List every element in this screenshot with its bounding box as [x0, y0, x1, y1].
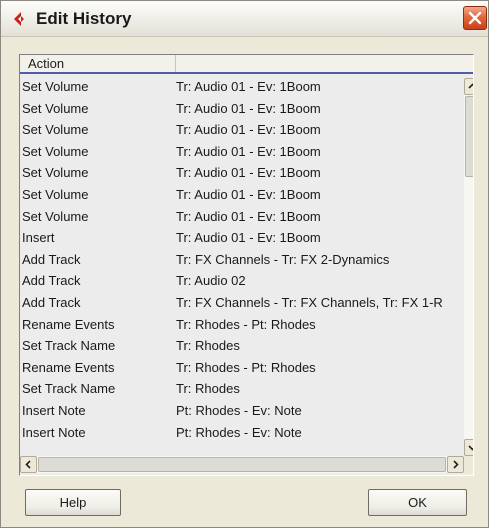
scroll-up-button[interactable] — [464, 78, 473, 95]
list-item-detail: Tr: Audio 02 — [176, 273, 246, 289]
list-item[interactable]: Rename Events Tr: Rhodes - Pt: Rhodes — [20, 314, 464, 336]
list-item-detail: Tr: Rhodes - Pt: Rhodes — [176, 316, 316, 332]
list-item-action: Set Volume — [22, 165, 89, 181]
ok-button[interactable]: OK — [368, 489, 467, 516]
list-item-detail: Tr: Audio 01 - Ev: 1Boom — [176, 208, 321, 224]
list-item-detail: Tr: FX Channels - Tr: FX Channels, Tr: F… — [176, 294, 443, 310]
vertical-scrollbar[interactable] — [464, 78, 473, 456]
list-item-detail: Tr: Rhodes — [176, 338, 240, 354]
list-item-detail: Tr: Audio 01 - Ev: 1Boom — [176, 100, 321, 116]
list-item-action: Set Volume — [22, 122, 89, 138]
vertical-scroll-thumb[interactable] — [465, 96, 473, 177]
scroll-right-arrow-icon — [453, 460, 459, 469]
list-item-detail: Tr: Rhodes - Pt: Rhodes — [176, 359, 316, 375]
list-item-action: Rename Events — [22, 316, 115, 332]
edit-history-dialog: Edit History Action Set Volume Tr: Audio … — [0, 0, 489, 528]
list-item-action: Set Volume — [22, 143, 89, 159]
list-item[interactable]: Set Volume Tr: Audio 01 - Ev: 1Boom — [20, 141, 464, 163]
list-item-action: Add Track — [22, 251, 81, 267]
list-item[interactable]: Set Volume Tr: Audio 01 - Ev: 1Boom — [20, 162, 464, 184]
column-header-action[interactable]: Action — [20, 55, 176, 72]
list-item-detail: Pt: Rhodes - Ev: Note — [176, 424, 302, 440]
list-item-detail: Tr: Rhodes — [176, 381, 240, 397]
list-item[interactable]: Insert Tr: Audio 01 - Ev: 1Boom — [20, 227, 464, 249]
scroll-down-button[interactable] — [464, 439, 473, 456]
list-item[interactable]: Insert Note Pt: Rhodes - Ev: Note — [20, 422, 464, 444]
scroll-right-button[interactable] — [447, 456, 464, 473]
list-item-detail: Pt: Rhodes - Ev: Note — [176, 402, 302, 418]
list-item-action: Add Track — [22, 294, 81, 310]
list-item-detail: Tr: Audio 01 - Ev: 1Boom — [176, 186, 321, 202]
list-item-action: Set Volume — [22, 100, 89, 116]
scrollbar-corner — [464, 456, 473, 473]
help-button[interactable]: Help — [25, 489, 121, 516]
horizontal-scroll-thumb[interactable] — [38, 457, 446, 472]
close-icon — [468, 11, 482, 25]
list-item-action: Set Volume — [22, 208, 89, 224]
list-item[interactable]: Rename Events Tr: Rhodes - Pt: Rhodes — [20, 357, 464, 379]
list-item[interactable]: Set Volume Tr: Audio 01 - Ev: 1Boom — [20, 206, 464, 228]
cubase-logo-icon — [14, 12, 24, 26]
title-bar[interactable]: Edit History — [1, 1, 488, 37]
list-item-action: Rename Events — [22, 359, 115, 375]
list-item-detail: Tr: Audio 01 - Ev: 1Boom — [176, 230, 321, 246]
list-item-detail: Tr: Audio 01 - Ev: 1Boom — [176, 165, 321, 181]
list-item-action: Set Volume — [22, 186, 89, 202]
scroll-left-button[interactable] — [20, 456, 37, 473]
list-item[interactable]: Insert Note Pt: Rhodes - Ev: Note — [20, 400, 464, 422]
list-rows: Set Volume Tr: Audio 01 - Ev: 1Boom Set Vo… — [20, 76, 464, 443]
list-item-action: Set Volume — [22, 79, 89, 94]
list-item[interactable]: Set Volume Tr: Audio 01 - Ev: 1Boom — [20, 184, 464, 206]
list-item-detail: Tr: FX Channels - Tr: FX 2-Dynamics — [176, 251, 390, 267]
horizontal-scrollbar[interactable] — [20, 456, 464, 473]
list-item[interactable]: Set Volume Tr: Audio 01 - Ev: 1Boom — [20, 76, 464, 98]
list-item-action: Insert Note — [22, 424, 86, 440]
list-item-action: Set Track Name — [22, 338, 116, 354]
history-list[interactable]: Action Set Volume Tr: Audio 01 - Ev: 1Boo… — [19, 54, 474, 476]
list-item[interactable]: Add Track Tr: Audio 02 — [20, 270, 464, 292]
list-header: Action — [20, 55, 473, 74]
list-item[interactable]: Add Track Tr: FX Channels - Tr: FX 2-Dyna… — [20, 249, 464, 271]
list-item[interactable]: Set Track Name Tr: Rhodes — [20, 378, 464, 400]
list-item[interactable]: Add Track Tr: FX Channels - Tr: FX Channe… — [20, 292, 464, 314]
list-item-detail: Tr: Audio 01 - Ev: 1Boom — [176, 143, 321, 159]
column-header-detail[interactable] — [176, 55, 473, 72]
list-item-action: Add Track — [22, 273, 81, 289]
list-item-action: Insert Note — [22, 402, 86, 418]
list-item[interactable]: Set Volume Tr: Audio 01 - Ev: 1Boom — [20, 119, 464, 141]
close-button[interactable] — [463, 6, 487, 30]
dialog-title: Edit History — [36, 9, 132, 28]
scroll-up-arrow-icon — [468, 83, 473, 89]
list-item-action: Set Track Name — [22, 381, 116, 397]
list-item[interactable]: Set Track Name Tr: Rhodes — [20, 335, 464, 357]
list-item-detail: Tr: Audio 01 - Ev: 1Boom — [176, 122, 321, 138]
list-item-detail: Tr: Audio 01 - Ev: 1Boom — [176, 79, 321, 94]
scroll-down-arrow-icon — [468, 445, 473, 451]
list-item-action: Insert — [22, 230, 55, 246]
list-item[interactable]: Set Volume Tr: Audio 01 - Ev: 1Boom — [20, 98, 464, 120]
scroll-left-arrow-icon — [25, 460, 31, 469]
